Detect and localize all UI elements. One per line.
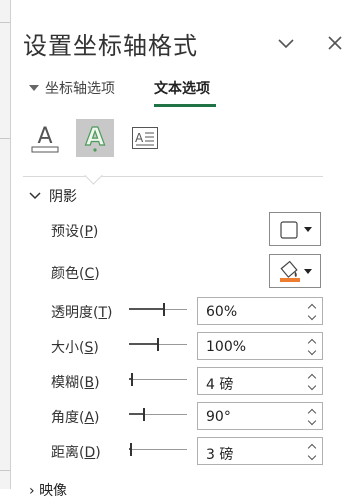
spin-arrows[interactable]	[306, 406, 318, 428]
grid-line	[0, 22, 10, 23]
slider-fill	[129, 308, 163, 310]
preset-label: 预设(P)	[51, 224, 99, 240]
dropdown-arrow-icon	[304, 227, 312, 232]
slider-thumb[interactable]	[163, 303, 165, 316]
dropdown-arrow-icon	[304, 269, 312, 274]
active-tab-indicator	[154, 104, 216, 107]
tab-axis-options-label: 坐标轴选项	[45, 81, 115, 97]
angle-input[interactable]: 90°	[197, 402, 323, 430]
blur-slider[interactable]	[129, 372, 187, 388]
transparency-label: 透明度(T)	[51, 305, 113, 321]
spin-arrows[interactable]	[306, 336, 318, 358]
text-effects-tab[interactable]: A	[76, 119, 114, 157]
chevron-right-icon: ›	[29, 483, 35, 499]
blur-value: 4 磅	[206, 377, 234, 393]
worksheet-edge	[0, 0, 11, 489]
shadow-section-header[interactable]: 阴影	[29, 186, 77, 206]
spin-arrows[interactable]	[306, 371, 318, 393]
slider-thumb[interactable]	[130, 443, 132, 456]
format-axis-pane: 设置坐标轴格式 坐标轴选项 文本选项 A A A 阴影 预设(P) 颜色(C) …	[11, 0, 364, 499]
spin-down-icon[interactable]	[307, 416, 317, 426]
transparency-input[interactable]: 60%	[197, 297, 323, 325]
spin-down-icon[interactable]	[307, 451, 317, 461]
shadow-preset-dropdown[interactable]	[269, 212, 321, 246]
text-outline-icon: A	[85, 122, 106, 152]
size-input[interactable]: 100%	[197, 332, 323, 360]
slider-thumb[interactable]	[143, 408, 145, 421]
tab-axis-options[interactable]: 坐标轴选项	[29, 78, 115, 98]
slider-thumb[interactable]	[131, 373, 133, 386]
svg-text:A: A	[37, 124, 52, 149]
chevron-down-icon	[29, 192, 41, 200]
spin-arrows[interactable]	[306, 441, 318, 463]
svg-text:A: A	[85, 122, 105, 151]
text-fill-icon: A	[31, 124, 59, 153]
distance-input[interactable]: 3 磅	[197, 437, 323, 465]
distance-value: 3 磅	[206, 447, 234, 463]
text-fill-outline-tab[interactable]: A	[26, 119, 64, 157]
distance-label: 距离(D)	[51, 445, 101, 461]
section-divider	[23, 176, 323, 177]
spin-down-icon[interactable]	[307, 346, 317, 356]
close-icon	[328, 36, 342, 50]
text-box-tab[interactable]: A	[126, 119, 164, 157]
transparency-value: 60%	[206, 304, 238, 320]
slider-track	[129, 379, 187, 380]
text-effects-icon: A	[132, 127, 158, 149]
reflection-section-title: 映像	[39, 483, 68, 499]
color-swatch	[280, 278, 300, 282]
close-pane-button[interactable]	[322, 30, 348, 56]
grid-line	[0, 138, 10, 139]
transparency-slider[interactable]	[129, 302, 187, 318]
slider-track	[129, 449, 187, 450]
reflection-section-header[interactable]: › 映像	[29, 480, 67, 500]
tab-text-options[interactable]: 文本选项	[154, 78, 210, 98]
caret-down-icon	[29, 85, 39, 91]
divider-pointer	[84, 166, 103, 185]
blur-label: 模糊(B)	[51, 375, 100, 391]
slider-thumb[interactable]	[157, 338, 159, 351]
shadow-color-picker[interactable]	[269, 254, 321, 288]
angle-slider[interactable]	[129, 407, 187, 423]
grid-line	[0, 470, 10, 471]
size-slider[interactable]	[129, 337, 187, 353]
angle-label: 角度(A)	[51, 410, 100, 426]
blur-input[interactable]: 4 磅	[197, 367, 323, 395]
size-label: 大小(S)	[51, 340, 99, 356]
angle-value: 90°	[206, 409, 231, 425]
chevron-down-icon	[278, 39, 294, 49]
spin-arrows[interactable]	[306, 301, 318, 323]
paint-bucket-icon	[280, 260, 300, 282]
size-value: 100%	[206, 339, 247, 355]
distance-slider[interactable]	[129, 442, 187, 458]
color-label: 颜色(C)	[51, 266, 100, 282]
spin-down-icon[interactable]	[307, 381, 317, 391]
shadow-preset-icon	[280, 221, 298, 239]
slider-fill	[129, 343, 157, 345]
pane-options-button[interactable]	[273, 30, 299, 56]
slider-fill	[129, 413, 143, 415]
shadow-section-title: 阴影	[49, 189, 77, 205]
pane-title: 设置坐标轴格式	[23, 32, 198, 60]
spin-down-icon[interactable]	[307, 311, 317, 321]
svg-text:A: A	[135, 131, 144, 145]
